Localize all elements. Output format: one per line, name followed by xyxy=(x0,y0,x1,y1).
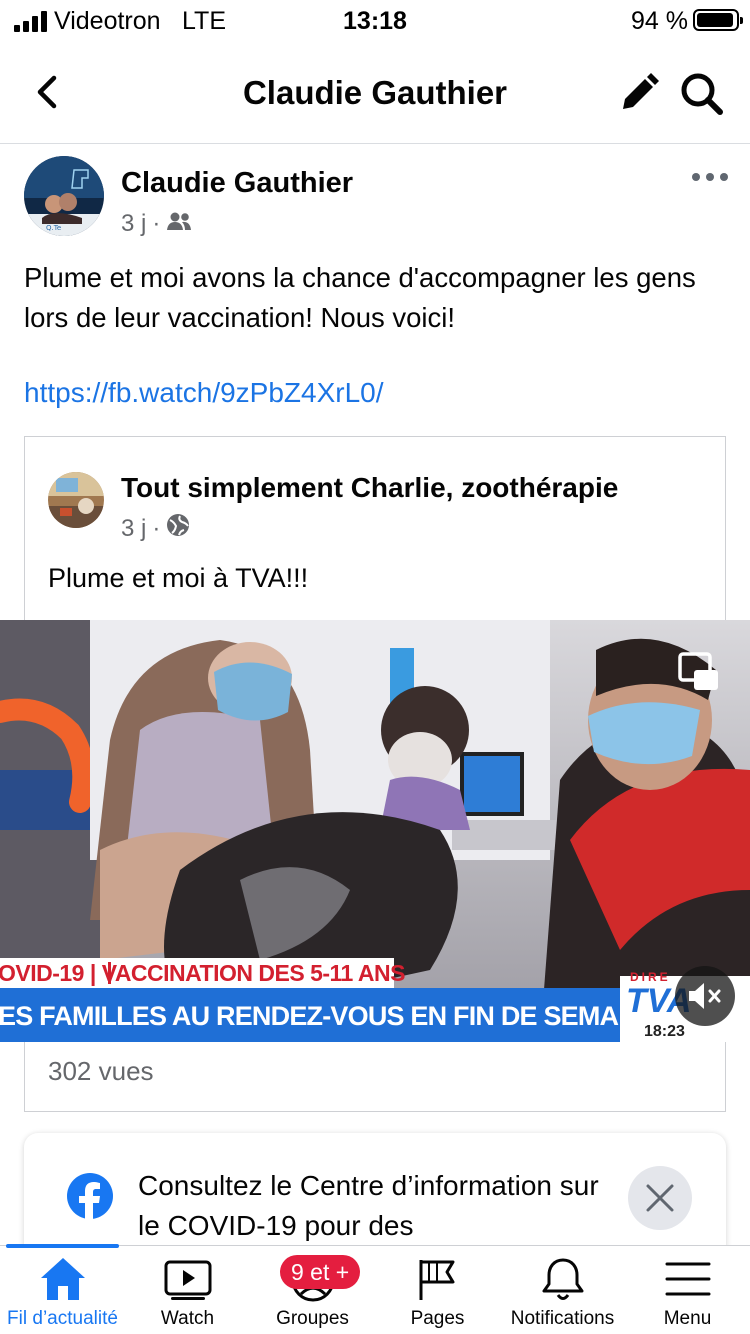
banner-top-text: OVID-19 | VACCINATION DES 5-11 ANS xyxy=(0,960,405,986)
tab-label: Groupes xyxy=(276,1308,349,1329)
tab-pages[interactable]: Pages xyxy=(375,1246,500,1334)
tab-watch[interactable]: Watch xyxy=(125,1246,250,1334)
battery-percent: 94 % xyxy=(631,7,688,35)
battery-icon xyxy=(693,9,743,31)
post-meta: 3 j · xyxy=(121,210,192,238)
broadcast-clock: 18:23 xyxy=(644,1023,685,1040)
shared-author-avatar[interactable] xyxy=(48,472,104,528)
menu-icon xyxy=(663,1256,713,1302)
tab-label: Notifications xyxy=(510,1308,615,1329)
banner-bottom-text: ES FAMILLES AU RENDEZ-VOUS EN FIN DE SEM… xyxy=(0,1001,662,1031)
close-icon[interactable] xyxy=(628,1166,692,1230)
flag-icon xyxy=(413,1256,463,1302)
home-icon xyxy=(38,1256,88,1302)
post-link[interactable]: https://fb.watch/9zPbZ4XrL0/ xyxy=(24,377,384,409)
tab-label: Menu xyxy=(663,1308,712,1329)
tab-label: Watch xyxy=(160,1308,215,1329)
picture-in-picture-icon[interactable] xyxy=(676,650,722,696)
post-time[interactable]: 3 j xyxy=(121,210,146,238)
globe-icon xyxy=(166,513,190,544)
post-author[interactable]: Claudie Gauthier xyxy=(121,167,353,200)
more-options-icon[interactable] xyxy=(688,164,732,190)
status-bar: Videotron LTE 13:18 94 % xyxy=(0,0,750,44)
muted-speaker-icon[interactable] xyxy=(675,966,735,1026)
bell-icon xyxy=(538,1256,588,1302)
tab-news-feed[interactable]: Fil d’actualité xyxy=(0,1246,125,1334)
friends-icon xyxy=(166,210,192,238)
tab-label: Pages xyxy=(410,1308,465,1329)
watch-icon xyxy=(163,1256,213,1302)
shared-post-meta: 3 j · xyxy=(121,513,190,544)
meta-separator: · xyxy=(152,210,161,237)
tab-menu[interactable]: Menu xyxy=(625,1246,750,1334)
pencil-icon[interactable] xyxy=(614,68,664,118)
search-icon[interactable] xyxy=(676,68,728,120)
view-count: 302 vues xyxy=(48,1056,154,1086)
covid-info-text[interactable]: Consultez le Centre d’information sur le… xyxy=(138,1166,618,1246)
svg-text:Q.Te: Q.Te xyxy=(46,224,61,232)
shared-post-author[interactable]: Tout simplement Charlie, zoothérapie xyxy=(121,472,618,504)
groups-badge: 9 et + xyxy=(280,1255,361,1289)
facebook-logo-icon xyxy=(66,1172,114,1220)
live-tag: DIRE xyxy=(630,970,671,984)
author-avatar[interactable]: Q.Te xyxy=(24,156,104,236)
shared-post-time[interactable]: 3 j xyxy=(121,515,146,543)
tab-notifications[interactable]: Notifications xyxy=(500,1246,625,1334)
meta-separator: · xyxy=(152,514,161,542)
shared-post-text: Plume et moi à TVA!!! xyxy=(48,563,309,593)
tab-label: Fil d’actualité xyxy=(7,1308,118,1329)
post-text: Plume et moi avons la chance d'accompagn… xyxy=(24,262,696,333)
bottom-tab-bar: Fil d’actualité Watch Groupes Pages Noti… xyxy=(0,1245,750,1334)
page-header: Claudie Gauthier xyxy=(0,44,750,144)
active-tab-indicator xyxy=(6,1244,119,1248)
